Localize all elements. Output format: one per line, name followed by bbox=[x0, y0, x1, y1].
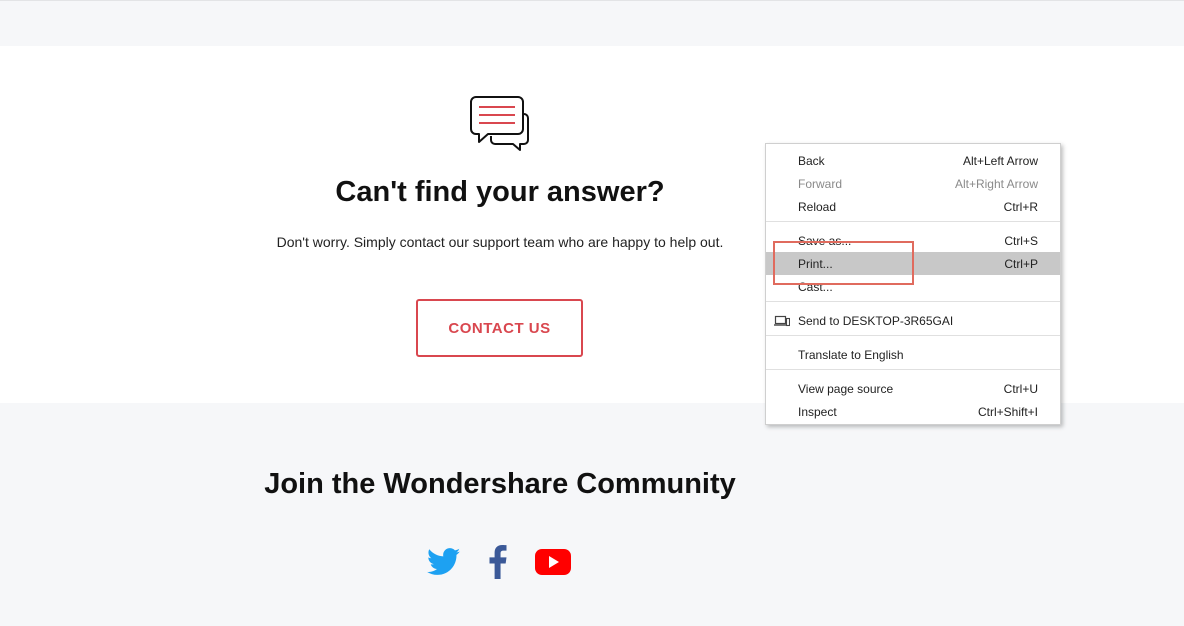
menu-item-shortcut: Ctrl+R bbox=[1003, 199, 1038, 214]
menu-separator bbox=[766, 221, 1060, 222]
facebook-icon[interactable] bbox=[478, 542, 518, 582]
menu-item-cast[interactable]: Cast... bbox=[766, 275, 1060, 298]
menu-item-label: Print... bbox=[798, 256, 833, 271]
menu-separator bbox=[766, 335, 1060, 336]
menu-item-shortcut: Alt+Right Arrow bbox=[954, 176, 1038, 191]
menu-item-label: Save as... bbox=[798, 233, 852, 248]
menu-item-label: Send to DESKTOP-3R65GAI bbox=[798, 313, 954, 328]
community-section bbox=[0, 403, 1184, 626]
menu-item-label: Forward bbox=[798, 176, 843, 191]
menu-item-view-source[interactable]: View page source Ctrl+U bbox=[766, 377, 1060, 400]
menu-item-shortcut: Ctrl+S bbox=[1004, 233, 1038, 248]
menu-item-label: Cast... bbox=[798, 279, 833, 294]
top-strip bbox=[0, 0, 1184, 46]
context-menu: Back Alt+Left Arrow Forward Alt+Right Arro… bbox=[765, 143, 1061, 425]
menu-item-translate[interactable]: Translate to English bbox=[766, 343, 1060, 366]
menu-item-send-to-device[interactable]: Send to DESKTOP-3R65GAI bbox=[766, 309, 1060, 332]
menu-item-inspect[interactable]: Inspect Ctrl+Shift+I bbox=[766, 400, 1060, 423]
menu-item-label: Reload bbox=[798, 199, 837, 214]
menu-item-label: Translate to English bbox=[798, 347, 904, 362]
menu-item-print[interactable]: Print... Ctrl+P bbox=[766, 252, 1060, 275]
community-title: Join the Wondershare Community bbox=[264, 468, 736, 500]
menu-item-shortcut: Ctrl+Shift+I bbox=[977, 404, 1038, 419]
menu-item-reload[interactable]: Reload Ctrl+R bbox=[766, 195, 1060, 218]
contact-us-button[interactable]: CONTACT US bbox=[416, 299, 583, 357]
menu-item-label: View page source bbox=[798, 381, 894, 396]
menu-separator bbox=[766, 301, 1060, 302]
menu-item-save-as[interactable]: Save as... Ctrl+S bbox=[766, 229, 1060, 252]
devices-icon bbox=[774, 315, 790, 327]
youtube-icon[interactable] bbox=[533, 542, 573, 582]
menu-item-label: Back bbox=[798, 153, 825, 168]
menu-item-back[interactable]: Back Alt+Left Arrow bbox=[766, 149, 1060, 172]
menu-item-label: Inspect bbox=[798, 404, 837, 419]
twitter-icon[interactable] bbox=[424, 542, 464, 582]
menu-item-shortcut: Ctrl+P bbox=[1004, 256, 1038, 271]
menu-item-shortcut: Alt+Left Arrow bbox=[962, 153, 1038, 168]
menu-item-forward[interactable]: Forward Alt+Right Arrow bbox=[766, 172, 1060, 195]
chat-bubbles-icon bbox=[470, 96, 529, 151]
menu-item-shortcut: Ctrl+U bbox=[1003, 381, 1038, 396]
menu-separator bbox=[766, 369, 1060, 370]
